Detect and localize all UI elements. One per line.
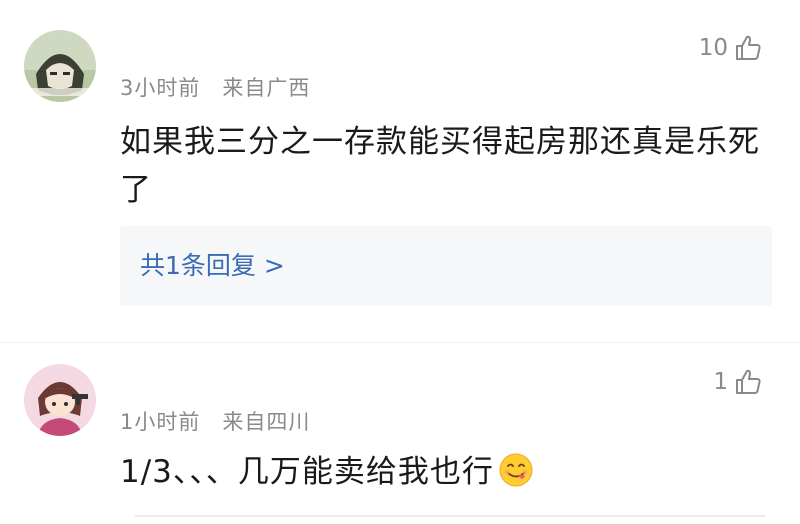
like-button[interactable]: 1 bbox=[713, 368, 762, 396]
thumb-up-icon bbox=[736, 35, 761, 60]
like-count: 10 bbox=[698, 35, 728, 61]
avatar-image bbox=[24, 30, 96, 102]
like-button[interactable]: 10 bbox=[699, 34, 762, 62]
avatar[interactable] bbox=[24, 30, 96, 102]
comment-item: 3小时前 来自广西 10 如果我三分之一存款能买得起房那还真是乐死了 共1条回复 … bbox=[0, 0, 800, 340]
comment-location: 来自四川 bbox=[222, 410, 311, 434]
divider bbox=[0, 342, 800, 343]
replies-panel[interactable]: 共1条回复 > bbox=[120, 226, 772, 306]
view-replies-link[interactable]: 共1条回复 > bbox=[140, 226, 285, 306]
bottom-divider bbox=[135, 515, 765, 517]
comment-text: 如果我三分之一存款能买得起房那还真是乐死了 bbox=[120, 124, 760, 208]
like-count: 1 bbox=[713, 369, 728, 395]
comment-meta: 3小时前 来自广西 bbox=[120, 72, 310, 102]
comment-time: 3小时前 bbox=[120, 76, 201, 100]
avatar[interactable] bbox=[24, 364, 96, 436]
avatar-image bbox=[24, 364, 96, 436]
savoring-face-emoji-icon bbox=[498, 452, 534, 488]
comment-meta: 1小时前 来自四川 bbox=[120, 406, 310, 436]
comment-text-body: 1/3、、、几万能卖给我也行 bbox=[120, 454, 494, 490]
comment-item: 1小时前 来自四川 1 1/3、、、几万能卖给我也行 bbox=[0, 344, 800, 524]
thumb-up-icon bbox=[736, 369, 761, 394]
comment-location: 来自广西 bbox=[222, 76, 311, 100]
comment-time: 1小时前 bbox=[120, 410, 201, 434]
comment-text: 1/3、、、几万能卖给我也行 bbox=[120, 448, 760, 496]
